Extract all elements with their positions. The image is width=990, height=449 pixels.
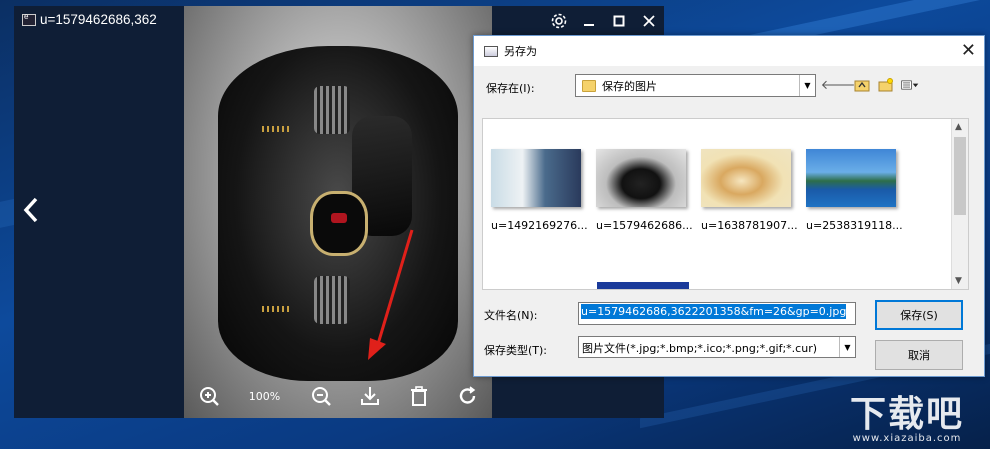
filename-input[interactable]: u=1579462686,3622201358&fm=26&gp=0.jpg: [578, 302, 856, 325]
minimize-icon[interactable]: [574, 6, 604, 36]
save-in-label: 保存在(I):: [486, 82, 535, 95]
dialog-title-text: 另存为: [504, 45, 537, 58]
save-as-dialog: 另存为 ✕ 保存在(I): 保存的图片 ▼ 🡐 u=1492169276... …: [473, 35, 985, 377]
file-list[interactable]: u=1492169276... u=1579462686... u=163878…: [482, 118, 969, 290]
vertical-scrollbar[interactable]: ▲ ▼: [951, 119, 968, 289]
filetype-label: 保存类型(T):: [484, 344, 548, 357]
filetype-dropdown[interactable]: 图片文件(*.jpg;*.bmp;*.ico;*.png;*.gif;*.cur…: [578, 336, 856, 358]
chevron-down-icon[interactable]: ▼: [799, 75, 815, 96]
zoom-in-icon[interactable]: [196, 383, 222, 409]
cancel-button[interactable]: 取消: [875, 340, 963, 370]
car-photo: [184, 6, 492, 418]
watermark-url: www.xiazaiba.com: [852, 433, 962, 444]
folder-icon: [582, 79, 596, 92]
car-stripe: [262, 306, 292, 312]
scroll-down-icon[interactable]: ▼: [955, 276, 962, 286]
partial-thumbnail: [597, 282, 689, 289]
new-folder-icon[interactable]: [877, 76, 895, 94]
file-item[interactable]: u=1638781907...: [701, 149, 805, 232]
image-file-icon: [22, 12, 36, 26]
watermark-logo: 下载吧: [850, 394, 965, 435]
viewer-toolbar: 100%: [184, 376, 492, 416]
anime-thumbnail: [491, 149, 581, 207]
scrollbar-thumb[interactable]: [954, 137, 966, 215]
rotate-icon[interactable]: [455, 383, 481, 409]
zoom-level: 100%: [248, 389, 281, 403]
file-name: u=2538319118...: [806, 219, 903, 232]
close-icon[interactable]: [634, 6, 664, 36]
viewer-title: u=1579462686,362: [22, 12, 157, 27]
filetype-value: 图片文件(*.jpg;*.bmp;*.ico;*.png;*.gif;*.cur…: [582, 342, 818, 355]
island-thumbnail: [806, 149, 896, 207]
dialog-titlebar: [474, 36, 984, 66]
dialog-close-icon[interactable]: ✕: [961, 40, 976, 61]
file-name: u=1579462686...: [596, 219, 693, 232]
annotation-arrow: [368, 229, 414, 360]
viewer-title-text: u=1579462686,362: [40, 12, 157, 27]
dialog-title: 另存为: [484, 43, 537, 59]
previous-image-button[interactable]: [22, 196, 42, 226]
filename-label: 文件名(N):: [484, 309, 538, 322]
car-headlight: [314, 86, 350, 134]
file-item[interactable]: u=1492169276...: [491, 149, 595, 232]
car-stripe: [262, 126, 292, 132]
watermark: 下载吧 www.xiazaiba.com: [850, 385, 964, 444]
file-name: u=1492169276...: [491, 219, 588, 232]
chevron-down-icon[interactable]: ▼: [839, 337, 855, 357]
settings-icon[interactable]: [544, 6, 574, 36]
up-folder-icon[interactable]: [853, 76, 871, 94]
viewer-window-controls: [544, 6, 664, 36]
dog-thumbnail: [701, 149, 791, 207]
save-in-dropdown[interactable]: 保存的图片 ▼: [575, 74, 816, 97]
save-button[interactable]: 保存(S): [875, 300, 963, 330]
car-headlight: [314, 276, 350, 324]
folder-nav-buttons: 🡐: [821, 76, 919, 94]
filename-value: u=1579462686,3622201358&fm=26&gp=0.jpg: [581, 304, 847, 319]
file-name: u=1638781907...: [701, 219, 798, 232]
maximize-icon[interactable]: [604, 6, 634, 36]
dialog-app-icon: [484, 45, 498, 57]
save-in-value: 保存的图片: [602, 79, 657, 93]
scroll-up-icon[interactable]: ▲: [955, 122, 962, 132]
delete-icon[interactable]: [406, 383, 432, 409]
download-icon[interactable]: [357, 383, 383, 409]
zoom-out-icon[interactable]: [308, 383, 334, 409]
back-arrow-icon[interactable]: 🡐: [821, 76, 856, 94]
car-thumbnail: [596, 149, 686, 207]
car-logo: [331, 213, 347, 223]
view-menu-icon[interactable]: [901, 76, 919, 94]
file-item[interactable]: u=2538319118...: [806, 149, 910, 232]
file-item[interactable]: u=1579462686...: [596, 149, 700, 232]
